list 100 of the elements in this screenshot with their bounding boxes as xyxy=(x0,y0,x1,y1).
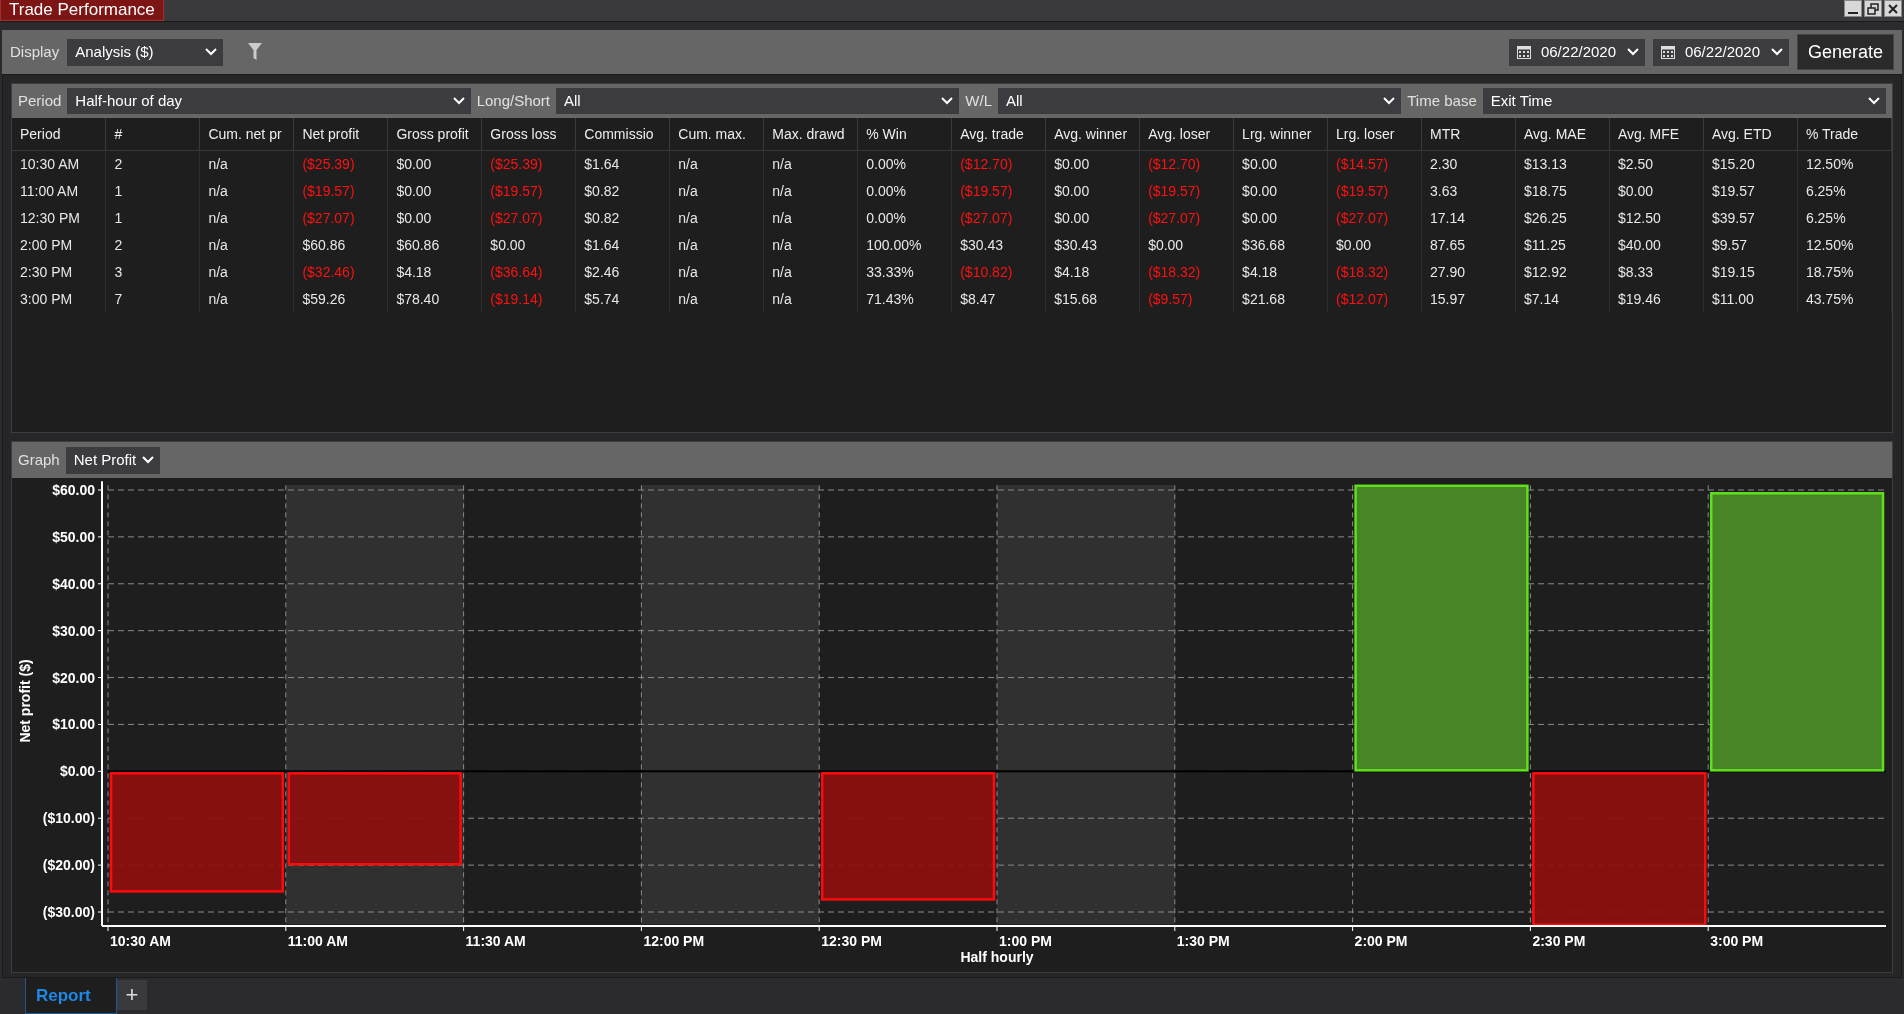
table-cell: $0.00 xyxy=(387,178,482,205)
table-cell: ($27.07) xyxy=(951,205,1046,232)
axis-label: ($30.00) xyxy=(42,904,95,920)
axis-label: 11:00 AM xyxy=(287,933,348,949)
column-header[interactable]: Commissio xyxy=(575,118,670,151)
field-label: Graph xyxy=(18,449,60,470)
table-cell: $12.92 xyxy=(1515,259,1610,286)
column-header[interactable]: Net profit xyxy=(293,118,388,151)
minimize-button[interactable] xyxy=(1844,0,1862,17)
caret-icon xyxy=(142,456,155,464)
date-picker[interactable]: 06/22/2020 xyxy=(1652,38,1789,66)
column-header[interactable]: Avg. MAE xyxy=(1515,118,1610,151)
table-cell: 7 xyxy=(105,286,200,313)
column-header[interactable]: Max. drawd xyxy=(763,118,858,151)
table-cell: n/a xyxy=(199,205,294,232)
table-cell: 71.43% xyxy=(857,286,952,313)
axis-label: $30.00 xyxy=(52,622,95,639)
column-header[interactable]: # xyxy=(105,118,200,151)
field-label: W/L xyxy=(965,90,992,111)
table-cell: 12:30 PM xyxy=(12,205,106,232)
table-cell: $78.40 xyxy=(387,286,482,313)
caret-icon xyxy=(1868,97,1881,105)
table-cell: n/a xyxy=(669,259,764,286)
column-header[interactable]: Avg. trade xyxy=(951,118,1046,151)
table-cell: n/a xyxy=(199,178,294,205)
filter-icon[interactable] xyxy=(247,42,264,62)
table-cell: 3:00 PM xyxy=(12,286,106,313)
table-cell: 10:30 AM xyxy=(12,150,106,178)
caret-icon xyxy=(452,97,465,105)
table-cell: 0.00% xyxy=(857,150,952,178)
table-cell: 2 xyxy=(105,150,200,178)
axis-label: $50.00 xyxy=(52,528,95,545)
table-cell: ($19.57) xyxy=(1139,178,1234,205)
table-cell: 3 xyxy=(105,259,200,286)
table-cell: ($27.07) xyxy=(481,205,576,232)
calendar-icon xyxy=(1516,45,1531,59)
axis-label: 12:30 PM xyxy=(821,933,882,949)
column-header[interactable]: Avg. MFE xyxy=(1609,118,1704,151)
table-cell: 18.75% xyxy=(1797,259,1892,286)
table-cell: $0.82 xyxy=(575,205,670,232)
column-header[interactable]: Gross loss xyxy=(481,118,576,151)
table-cell: $0.00 xyxy=(1045,150,1140,178)
table-cell: $39.57 xyxy=(1703,205,1798,232)
minimize-icon xyxy=(1848,11,1858,14)
table-cell: $0.00 xyxy=(387,205,482,232)
table-cell: ($19.57) xyxy=(951,178,1046,205)
column-header[interactable]: Avg. ETD xyxy=(1703,118,1798,151)
window-title: Trade Performance xyxy=(0,0,164,21)
axis-label: $40.00 xyxy=(52,575,95,592)
table-cell: $12.50 xyxy=(1609,205,1704,232)
table-cell: $59.26 xyxy=(293,286,388,313)
column-header[interactable]: Lrg. winner xyxy=(1233,118,1328,151)
field-label: Display xyxy=(10,41,60,62)
restore-button[interactable] xyxy=(1864,0,1882,17)
date-picker[interactable]: 06/22/2020 xyxy=(1508,38,1645,66)
column-header[interactable]: Avg. loser xyxy=(1139,118,1234,151)
table-cell: $0.00 xyxy=(1233,178,1328,205)
column-header[interactable]: % Trade xyxy=(1797,118,1892,151)
axis-label: 2:00 PM xyxy=(1354,933,1408,949)
table-cell: ($27.07) xyxy=(1139,205,1234,232)
column-header[interactable]: Cum. max. xyxy=(669,118,764,151)
table-cell: ($25.39) xyxy=(293,150,388,178)
caret-icon xyxy=(941,97,954,105)
table-cell: $13.13 xyxy=(1515,150,1610,178)
column-header[interactable]: MTR xyxy=(1421,118,1516,151)
table-cell: $4.18 xyxy=(1233,259,1328,286)
table-cell: n/a xyxy=(763,232,858,259)
table-cell: n/a xyxy=(669,178,764,205)
column-header[interactable]: Period xyxy=(12,118,106,151)
table-cell: ($18.32) xyxy=(1139,259,1234,286)
column-header[interactable]: Lrg. loser xyxy=(1327,118,1422,151)
graph-dropdown[interactable]: Net Profit xyxy=(65,446,161,474)
column-header[interactable]: Gross profit xyxy=(387,118,482,151)
filter-dropdown[interactable]: All xyxy=(998,88,1402,114)
table-cell: 33.33% xyxy=(857,259,952,286)
filter-dropdown[interactable]: Half-hour of day xyxy=(67,88,471,114)
axis-title: Net profit ($) xyxy=(17,659,33,743)
table-cell: n/a xyxy=(199,286,294,313)
table-cell: 27.90 xyxy=(1421,259,1516,286)
table-cell: ($12.70) xyxy=(1139,150,1234,178)
table-cell: ($19.57) xyxy=(481,178,576,205)
generate-button[interactable]: Generate xyxy=(1796,34,1894,70)
table-cell: $21.68 xyxy=(1233,286,1328,313)
report-tab[interactable]: Report xyxy=(25,978,117,1014)
column-header[interactable]: Cum. net pr xyxy=(199,118,294,151)
close-button[interactable] xyxy=(1884,0,1902,17)
filter-dropdown[interactable]: All xyxy=(556,88,960,114)
table-cell: $60.86 xyxy=(387,232,482,259)
add-tab-button[interactable]: + xyxy=(117,980,147,1010)
axis-label: 2:30 PM xyxy=(1532,933,1586,949)
table-cell: ($27.07) xyxy=(293,205,388,232)
table-cell: $0.00 xyxy=(1045,178,1140,205)
table-cell: $30.43 xyxy=(1045,232,1140,259)
table-cell: $19.15 xyxy=(1703,259,1798,286)
display-dropdown[interactable]: Analysis ($) xyxy=(67,38,224,66)
table-cell: $11.25 xyxy=(1515,232,1610,259)
column-header[interactable]: % Win xyxy=(857,118,952,151)
table-cell: n/a xyxy=(763,259,858,286)
column-header[interactable]: Avg. winner xyxy=(1045,118,1140,151)
filter-dropdown[interactable]: Exit Time xyxy=(1482,88,1887,114)
